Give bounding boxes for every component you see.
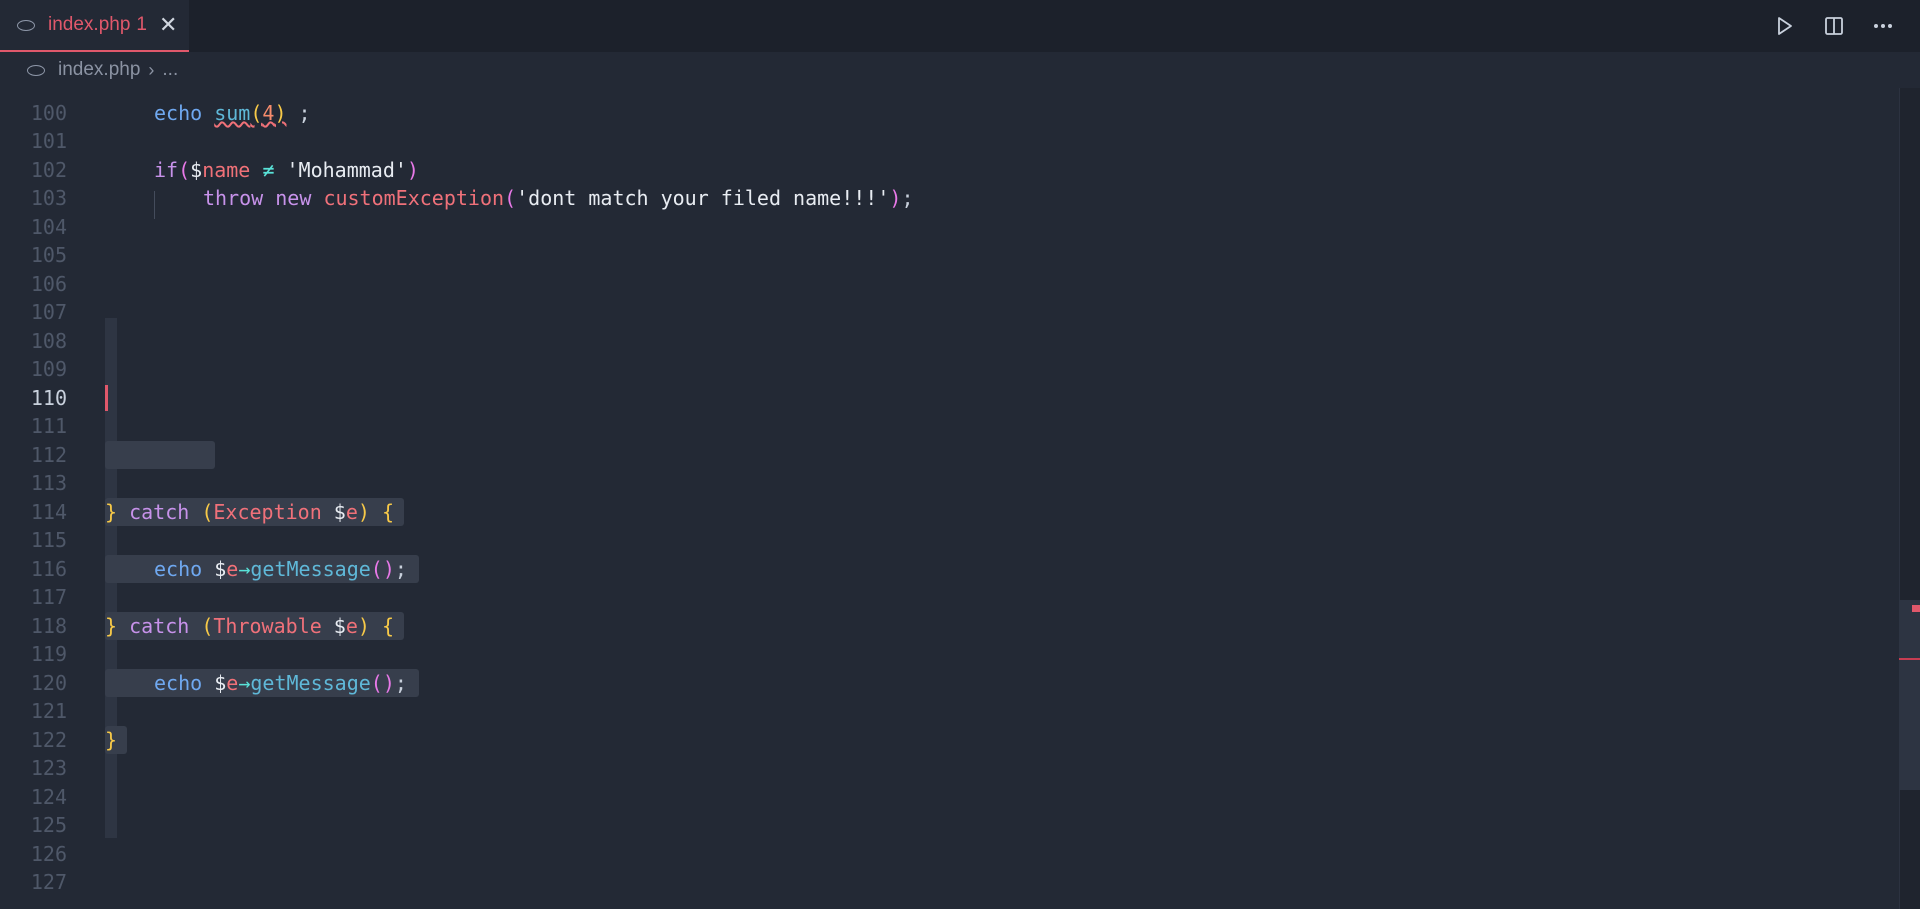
breadcrumb: index.php › ... — [0, 52, 1920, 88]
code-line: 101 — [30, 129, 67, 153]
code-line: 126 — [30, 842, 67, 866]
problem-count-badge: 1 — [136, 14, 147, 35]
code-line: 123 — [30, 756, 67, 780]
error-marker — [1912, 605, 1920, 612]
breadcrumb-file[interactable]: index.php — [58, 59, 140, 81]
split-editor-icon[interactable] — [1821, 13, 1847, 39]
code-line: 113 — [30, 471, 67, 495]
code-line: 106 — [30, 272, 67, 296]
scrollbar-thumb[interactable] — [1899, 600, 1920, 790]
code-line: 116 echo $e→getMessage(); — [0, 555, 1880, 583]
code-line: 109 — [30, 357, 67, 381]
code-line: 119 — [30, 642, 67, 666]
code-line: 117 — [30, 585, 67, 609]
cursor-marker — [1899, 658, 1920, 660]
code-line-active: 110 — [30, 386, 67, 410]
code-line: 121 — [30, 699, 67, 723]
chevron-right-icon: › — [148, 59, 155, 80]
close-icon[interactable]: ✕ — [159, 14, 177, 36]
breadcrumb-more[interactable]: ... — [162, 59, 178, 81]
code-editor[interactable]: 100 echo sum(4) ; 101 102 if($name ≠ 'Mo… — [0, 88, 1900, 909]
php-icon — [27, 64, 45, 76]
code-line: 125 — [30, 813, 67, 837]
code-line: 107 — [30, 300, 67, 324]
tab-index-php[interactable]: index.php 1 ✕ — [0, 0, 189, 52]
code-line: 104 — [30, 215, 67, 239]
code-line: 111 — [30, 414, 67, 438]
play-icon[interactable] — [1772, 13, 1798, 39]
code-line: 120 echo $e→getMessage(); — [0, 669, 1880, 697]
code-line: 115 — [30, 528, 67, 552]
code-line: 108 — [30, 329, 67, 353]
editor-tab-bar: index.php 1 ✕ — [0, 0, 1920, 52]
code-line: 112 — [0, 441, 1880, 469]
code-line: 124 — [30, 785, 67, 809]
code-line: 103 throw new customException('dont matc… — [30, 186, 914, 210]
php-icon — [17, 19, 35, 31]
code-line: 122 } — [0, 726, 1880, 754]
code-line: 114 } catch (Exception $e) { — [0, 498, 1880, 526]
code-line: 127 — [30, 870, 67, 894]
code-line: 102 if($name ≠ 'Mohammad') — [30, 158, 419, 182]
tab-label: index.php — [48, 14, 131, 35]
selection-highlight — [105, 441, 215, 469]
code-line: 105 — [30, 243, 67, 267]
more-actions-icon[interactable] — [1870, 13, 1896, 39]
editor-actions — [1772, 13, 1896, 39]
code-line: 118 } catch (Throwable $e) { — [0, 612, 1880, 640]
code-line: 100 echo sum(4) ; — [30, 101, 311, 125]
